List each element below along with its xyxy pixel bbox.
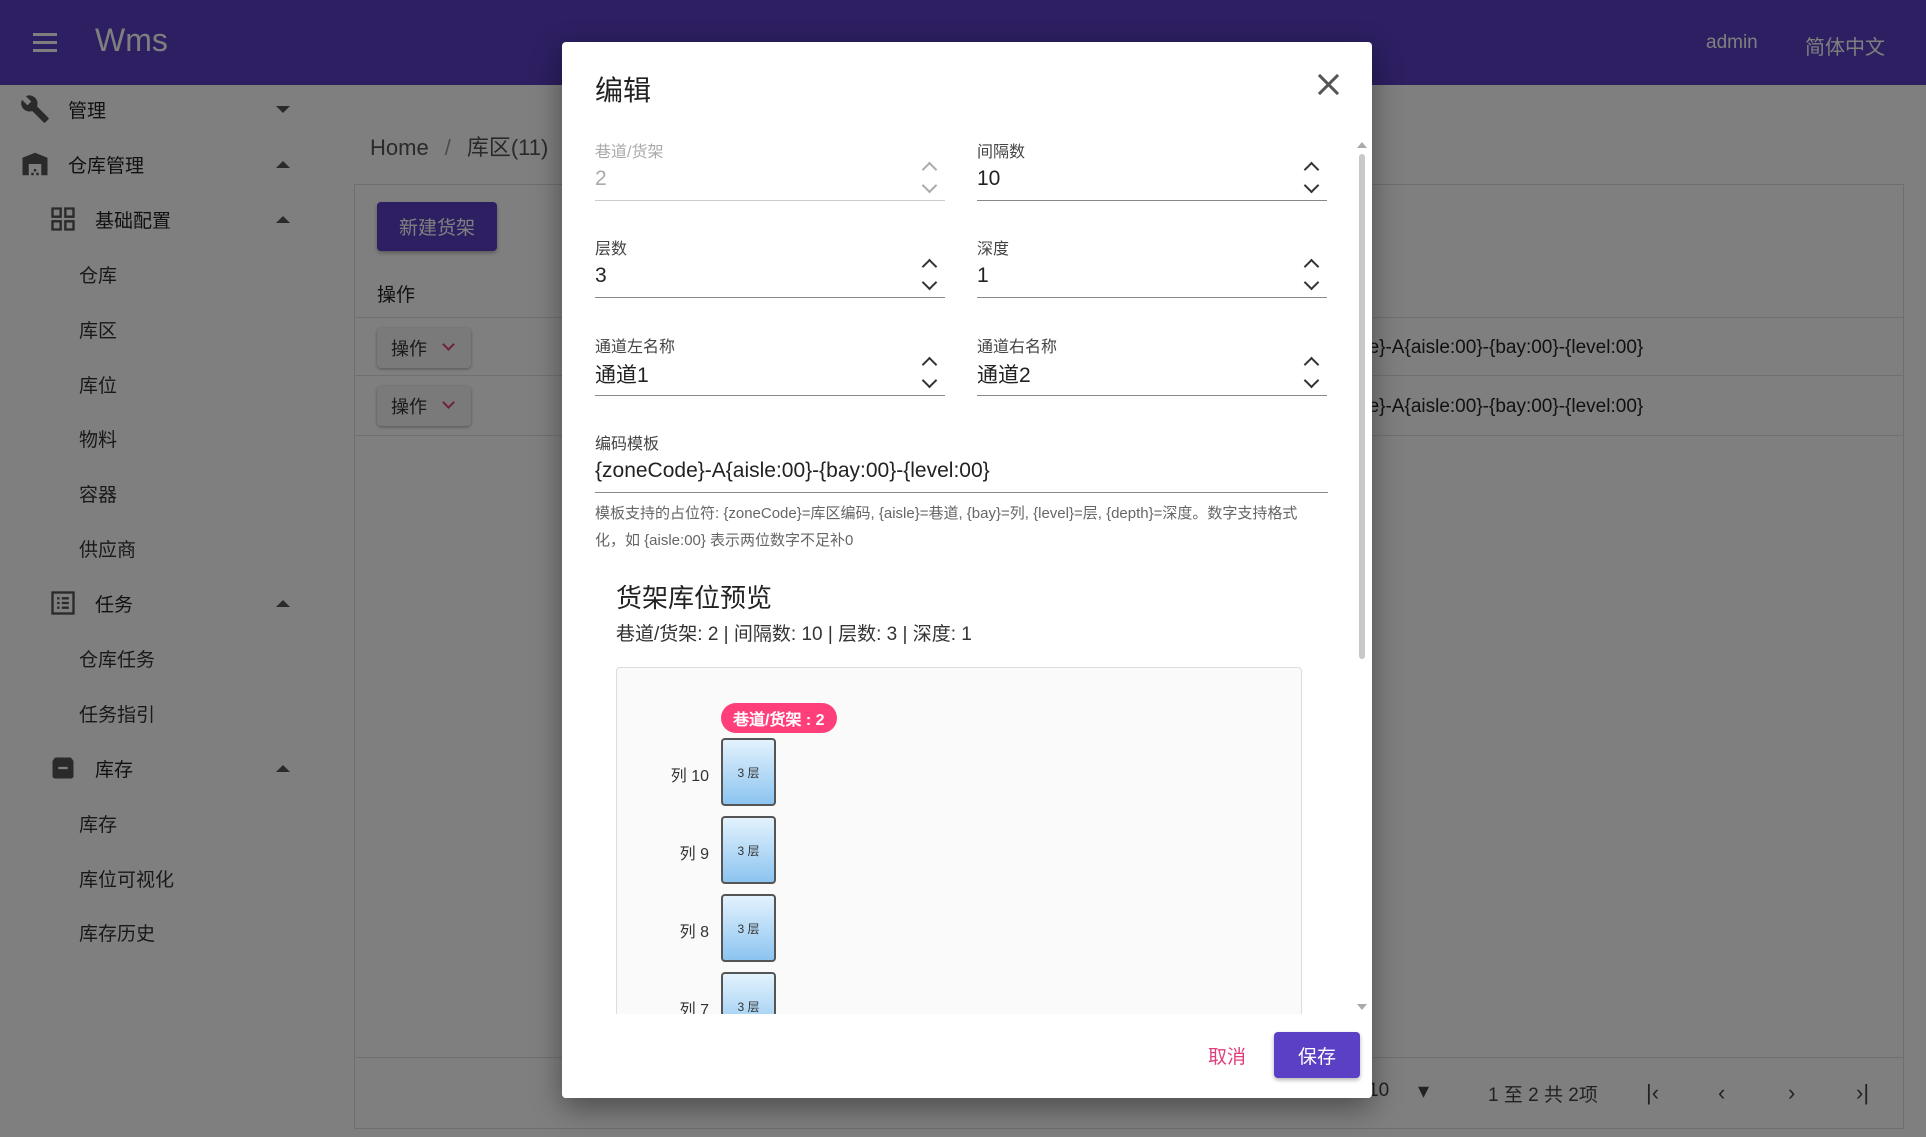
save-button[interactable]: 保存 [1274,1032,1360,1078]
preview-title: 货架库位预览 [616,583,773,613]
rack-cell[interactable]: 3 层 [721,816,776,884]
rack-cell[interactable]: 3 层 [721,738,776,806]
right-aisle-name-input[interactable] [977,357,1287,391]
chevron-down-icon[interactable] [1303,372,1320,389]
depth-label: 深度 [977,241,1010,258]
bay-label: 列 10 [670,768,709,785]
dialog-footer: 取消 保存 [562,1014,1372,1098]
chevron-up-icon[interactable] [921,356,938,373]
rack-cell[interactable]: 3 层 [721,894,776,962]
close-icon[interactable] [1314,70,1344,100]
left-aisle-name-input[interactable] [595,357,905,391]
bay-label: 列 9 [679,846,709,863]
template-helper-text: 模板支持的占位符: {zoneCode}=库区编码, {aisle}=巷道, {… [595,505,1298,549]
interval-field: 间隔数 [977,138,1327,210]
chevron-up-icon[interactable] [1303,356,1320,373]
aisle-input [595,162,905,196]
left-aisle-name-field: 通道左名称 [595,333,945,405]
levels-input[interactable] [595,259,905,293]
interval-label: 间隔数 [977,144,1026,161]
chevron-up-icon[interactable] [921,258,938,275]
code-template-input[interactable] [595,454,1328,488]
levels-field: 层数 [595,235,945,307]
left-aisle-name-stepper[interactable] [920,353,940,395]
field-underline [595,200,945,201]
aisle-label: 巷道/货架 [595,144,664,161]
chevron-up-icon[interactable] [1303,161,1320,178]
bay-label: 列 8 [679,924,709,941]
interval-input[interactable] [977,162,1287,196]
right-aisle-name-field: 通道右名称 [977,333,1327,405]
interval-stepper[interactable] [1302,158,1322,200]
chevron-up-icon[interactable] [1303,258,1320,275]
cancel-button[interactable]: 取消 [1190,1032,1264,1078]
edit-dialog: 编辑 巷道/货架 间隔数 层数 深度 通道左名称 通道右名称 [562,42,1372,1098]
chevron-down-icon [921,177,938,194]
field-underline [977,395,1327,396]
dialog-scrollbar[interactable] [1359,154,1365,659]
field-underline [595,297,945,298]
preview-summary: 巷道/货架: 2 | 间隔数: 10 | 层数: 3 | 深度: 1 [616,624,972,645]
field-underline [595,492,1328,493]
chevron-down-icon[interactable] [1303,274,1320,291]
aisle-chip: 巷道/货架 : 2 [721,703,837,733]
right-aisle-name-stepper[interactable] [1302,353,1322,395]
field-underline [977,297,1327,298]
scroll-up-icon[interactable] [1357,142,1367,148]
scroll-down-icon[interactable] [1357,1004,1367,1010]
levels-label: 层数 [595,241,628,258]
right-aisle-name-label: 通道右名称 [977,339,1058,356]
rack-preview-panel: 巷道/货架 : 2 列 10 3 层 列 9 3 层 列 8 3 层 列 7 3… [616,667,1302,1067]
depth-stepper[interactable] [1302,255,1322,297]
field-underline [977,200,1327,201]
chevron-down-icon[interactable] [921,372,938,389]
chevron-down-icon[interactable] [1303,177,1320,194]
levels-stepper[interactable] [920,255,940,297]
chevron-down-icon[interactable] [921,274,938,291]
left-aisle-name-label: 通道左名称 [595,339,676,356]
depth-field: 深度 [977,235,1327,307]
dialog-title: 编辑 [595,75,652,106]
code-template-field: 编码模板 [595,430,1328,502]
code-template-label: 编码模板 [595,436,660,453]
field-underline [595,395,945,396]
aisle-field: 巷道/货架 [595,138,945,210]
chevron-up-icon [921,161,938,178]
aisle-stepper [920,158,940,200]
depth-input[interactable] [977,259,1287,293]
